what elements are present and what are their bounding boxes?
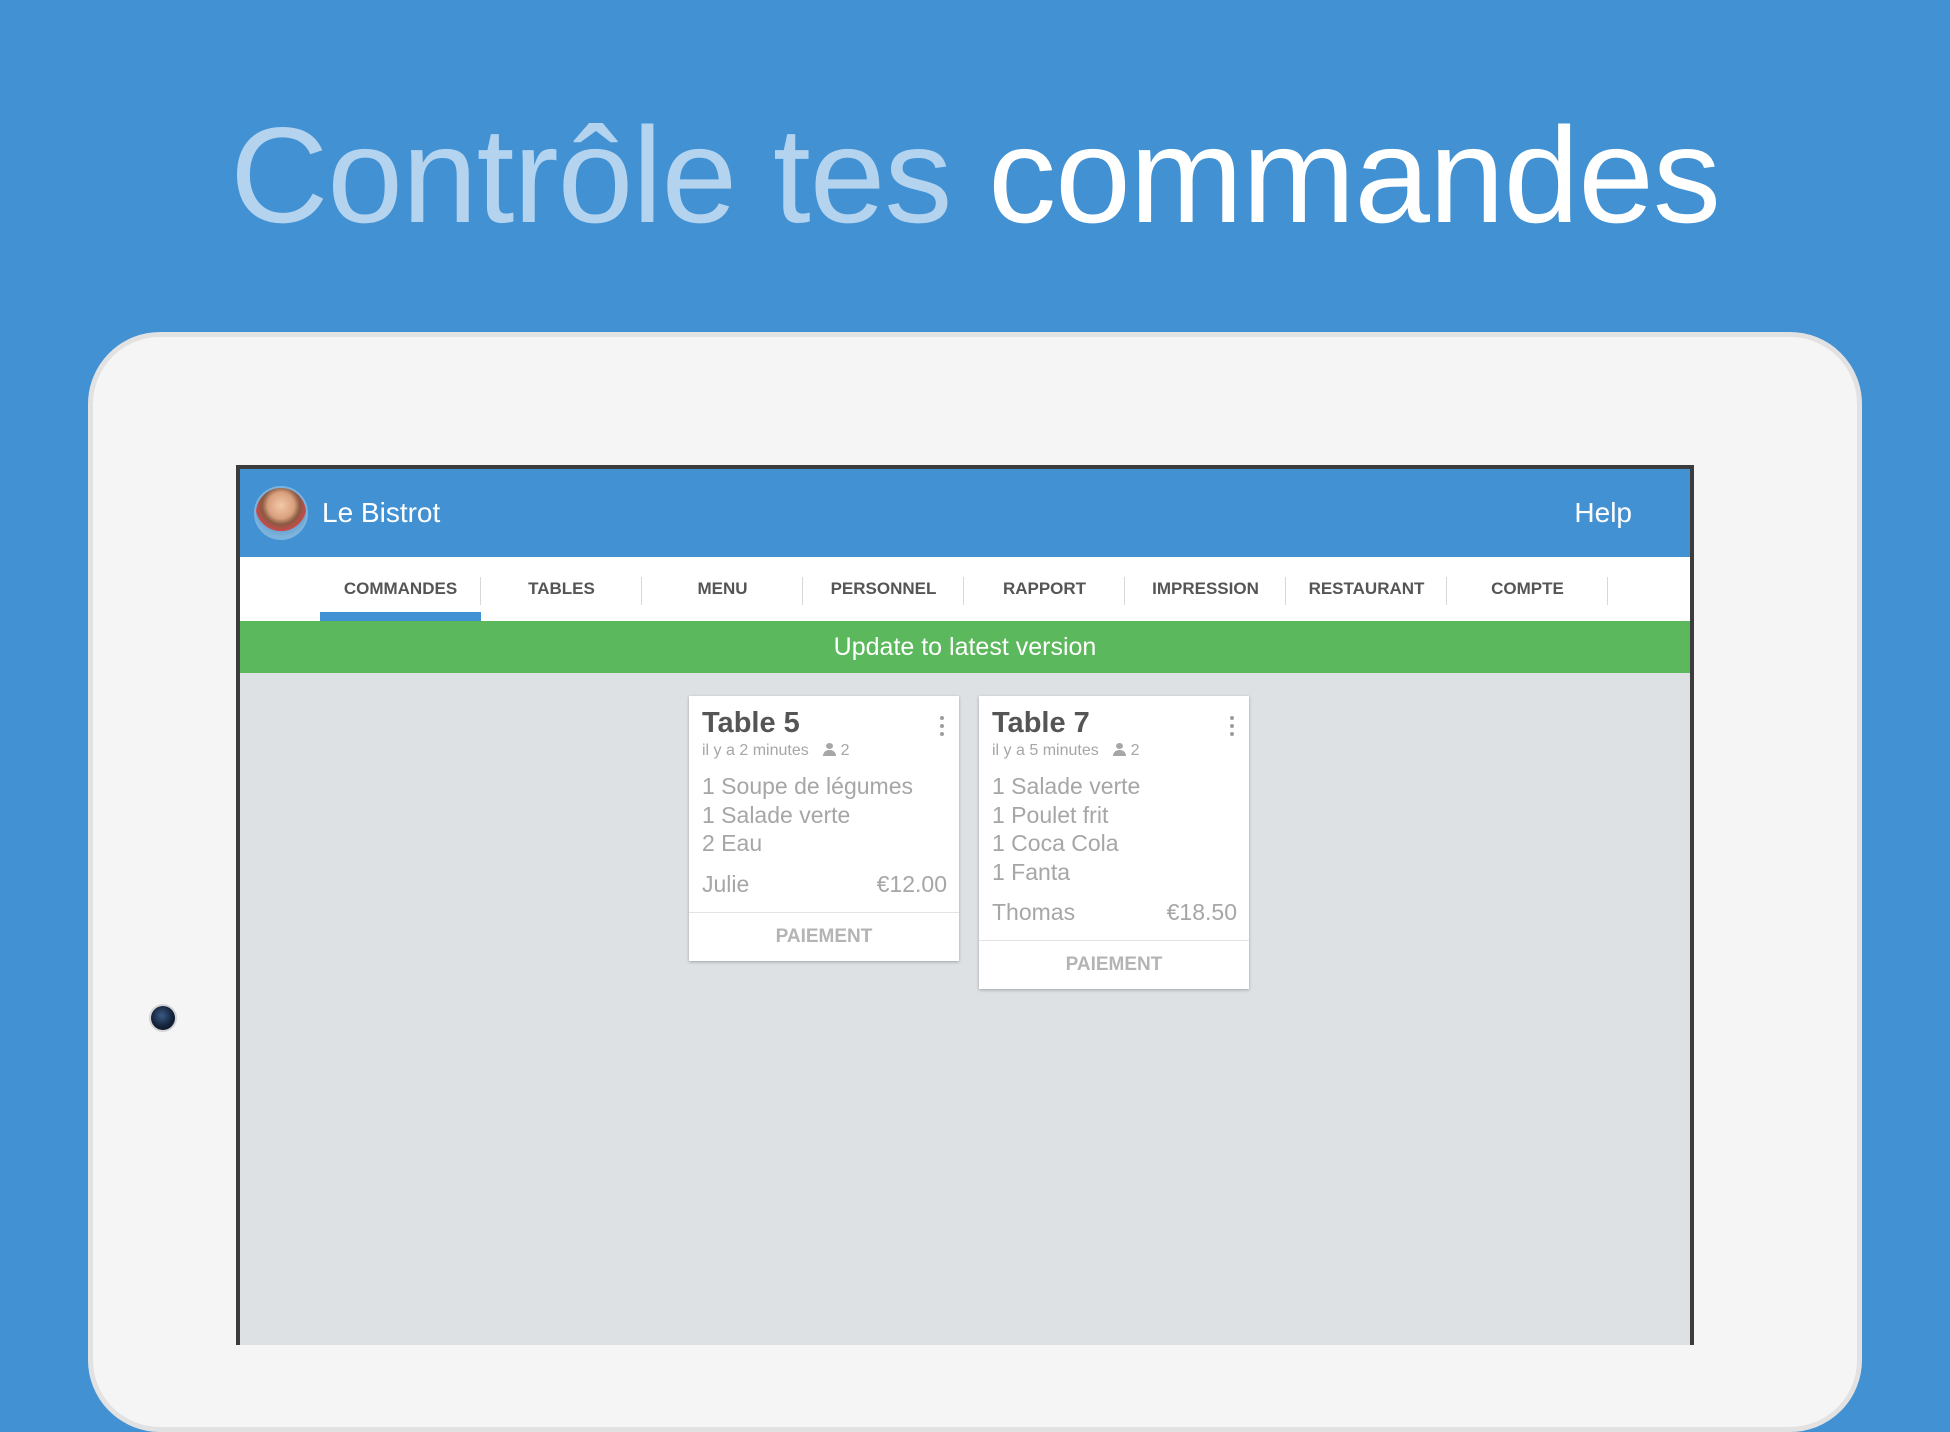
order-time: il y a 2 minutes	[702, 742, 809, 759]
guest-count: 2	[1130, 742, 1140, 759]
tab-rapport[interactable]: RAPPORT	[964, 557, 1125, 621]
order-time: il y a 5 minutes	[992, 742, 1099, 759]
order-items: 1 Soupe de légumes 1 Salade verte 2 Eau	[702, 772, 913, 858]
server-name: Julie	[702, 871, 750, 897]
tab-label: RESTAURANT	[1308, 579, 1425, 598]
order-card: Table 5 il y a 2 minutes 2 1 Soupe de lé…	[689, 696, 959, 961]
help-link[interactable]: Help	[1574, 495, 1632, 531]
person-icon	[1113, 743, 1127, 756]
active-tab-indicator	[320, 612, 481, 621]
tab-personnel[interactable]: PERSONNEL	[803, 557, 964, 621]
tab-bar: COMMANDES TABLES MENU PERSONNEL RAPPORT …	[240, 557, 1690, 621]
tab-compte[interactable]: COMPTE	[1447, 557, 1608, 621]
order-item: 1 Salade verte	[702, 801, 851, 828]
order-items: 1 Salade verte 1 Poulet frit 1 Coca Cola…	[992, 772, 1140, 886]
tab-restaurant[interactable]: RESTAURANT	[1286, 557, 1447, 621]
tab-label: TABLES	[528, 579, 595, 598]
more-options-icon[interactable]	[1229, 716, 1235, 738]
payment-button[interactable]: PAIEMENT	[979, 941, 1249, 989]
order-total: €12.00	[876, 871, 947, 897]
tab-commandes[interactable]: COMMANDES	[320, 557, 481, 621]
payment-button[interactable]: PAIEMENT	[689, 913, 959, 961]
order-card: Table 7 il y a 5 minutes 2 1 Salade vert…	[979, 696, 1249, 989]
tab-label: COMPTE	[1491, 579, 1564, 598]
order-item: 1 Poulet frit	[992, 801, 1109, 828]
server-name: Thomas	[992, 899, 1076, 925]
tab-label: RAPPORT	[1002, 579, 1087, 598]
tab-menu[interactable]: MENU	[642, 557, 803, 621]
tab-label: COMMANDES	[343, 579, 458, 598]
more-options-icon[interactable]	[939, 716, 945, 738]
order-summary: Julie €12.00	[702, 871, 947, 898]
order-summary: Thomas €18.50	[992, 899, 1237, 926]
avatar[interactable]	[254, 486, 308, 540]
order-item: 1 Fanta	[992, 858, 1070, 885]
order-table-name: Table 7	[992, 707, 1090, 739]
order-meta: il y a 2 minutes 2	[702, 742, 850, 760]
order-item: 2 Eau	[702, 830, 763, 856]
headline-part-2: commandes	[988, 99, 1721, 251]
update-banner[interactable]: Update to latest version	[240, 621, 1690, 673]
tab-label: PERSONNEL	[830, 579, 937, 598]
app-title: Le Bistrot	[322, 497, 441, 528]
tab-tables[interactable]: TABLES	[481, 557, 642, 621]
order-table-name: Table 5	[702, 707, 800, 739]
tab-divider	[1607, 577, 1608, 605]
order-item: 1 Salade verte	[992, 773, 1141, 799]
tab-label: MENU	[697, 579, 748, 598]
tab-label: IMPRESSION	[1152, 579, 1259, 598]
headline-part-1: Contrôle tes	[230, 99, 989, 251]
order-item: 1 Soupe de légumes	[702, 773, 913, 799]
tablet-camera	[151, 1006, 175, 1030]
order-meta: il y a 5 minutes 2	[992, 742, 1140, 760]
app-screen: Le Bistrot Help COMMANDES TABLES MENU PE…	[236, 465, 1694, 1345]
order-total: €18.50	[1166, 899, 1237, 925]
guest-count: 2	[840, 742, 850, 759]
tab-impression[interactable]: IMPRESSION	[1125, 557, 1286, 621]
app-bar: Le Bistrot Help	[240, 469, 1690, 557]
person-icon	[823, 743, 837, 756]
promo-headline: Contrôle tes commandes	[0, 95, 1950, 255]
order-item: 1 Coca Cola	[992, 830, 1119, 856]
